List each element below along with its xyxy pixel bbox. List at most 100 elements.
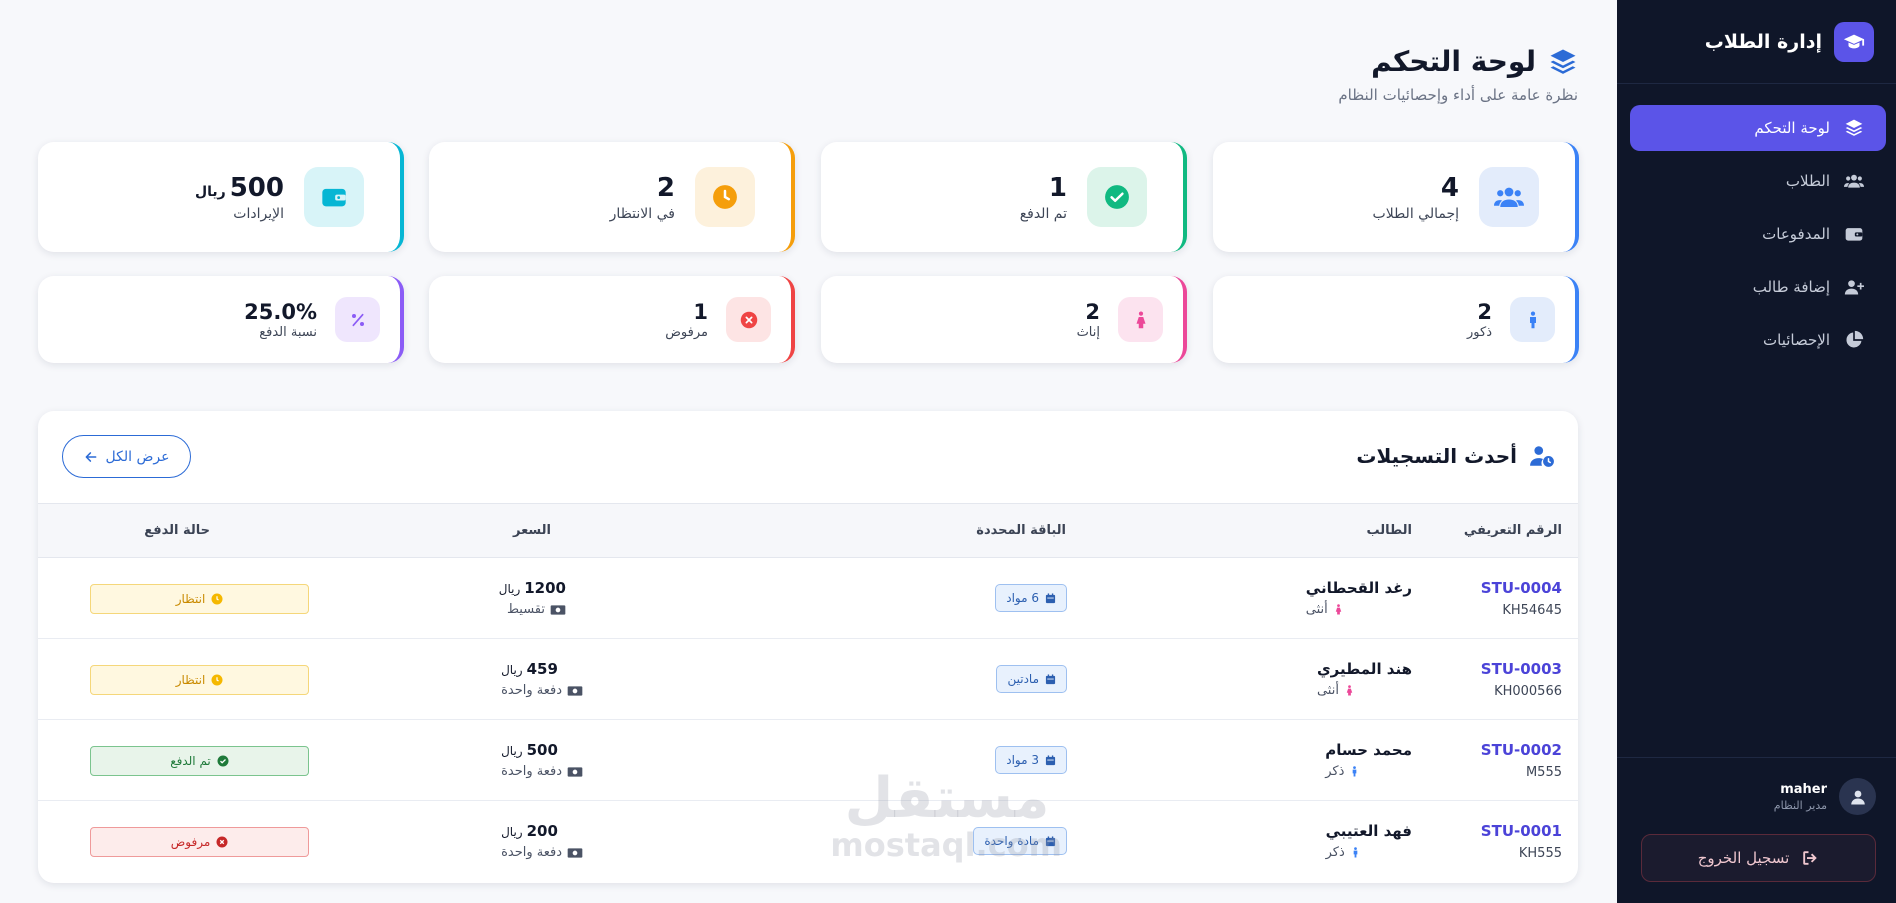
stat-card-total-students: 4 إجمالي الطلاب — [1213, 142, 1579, 252]
column-header-student[interactable]: الطالب — [1366, 523, 1412, 538]
price-value: 500 — [526, 741, 558, 759]
page-subtitle: نظرة عامة على أداء وإحصائيات النظام — [1338, 86, 1578, 104]
status-badge: انتظار — [90, 584, 309, 614]
package-badge: مادتين — [996, 665, 1067, 693]
clock-icon — [211, 674, 223, 686]
view-all-label: عرض الكل — [105, 448, 170, 465]
student-gender: أنثى — [1306, 602, 1412, 617]
user-role: مدير النظام — [1773, 798, 1827, 812]
stat-card-male: 2 ذكور — [1213, 276, 1579, 363]
price-value: 200 — [526, 822, 558, 840]
stat-value: 500ريال — [195, 173, 284, 203]
price: 500ريال — [501, 741, 583, 759]
price-value: 459 — [526, 660, 558, 678]
student-gender: ذكر — [1326, 845, 1412, 860]
payment-type-label: دفعة واحدة — [501, 764, 562, 779]
price: 459ريال — [501, 660, 583, 678]
stat-card-pending: 2 في الانتظار — [429, 142, 795, 252]
sidebar-item-statistics[interactable]: الإحصائيات — [1630, 317, 1886, 363]
logout-button[interactable]: تسجيل الخروج — [1641, 834, 1876, 882]
status-label: مرفوض — [170, 835, 211, 849]
sidebar-item-students[interactable]: الطلاب — [1630, 158, 1886, 204]
payment-type-label: دفعة واحدة — [501, 683, 562, 698]
price-currency: ريال — [501, 825, 523, 839]
column-header-price[interactable]: السعر — [513, 523, 551, 538]
sidebar-item-label: الطلاب — [1785, 172, 1830, 190]
column-header-package[interactable]: الباقة المحددة — [976, 523, 1066, 538]
percent-icon — [335, 297, 380, 342]
table-row[interactable]: STU-0003 KH000566 هند المطيري أنثى مادتي… — [38, 639, 1578, 720]
student-id[interactable]: STU-0004 — [1481, 579, 1562, 597]
student-name: محمد حسام — [1325, 741, 1412, 759]
money-bill-icon — [567, 847, 583, 858]
stat-label: إجمالي الطلاب — [1372, 205, 1459, 222]
package-label: مادتين — [1007, 672, 1039, 686]
student-id[interactable]: STU-0003 — [1481, 660, 1562, 678]
calendar-icon — [1045, 673, 1056, 684]
payment-type: دفعة واحدة — [501, 764, 583, 779]
panel-header: أحدث التسجيلات عرض الكل — [38, 411, 1578, 503]
calendar-icon — [1045, 592, 1056, 603]
gender-label: أنثى — [1305, 602, 1328, 617]
brand[interactable]: إدارة الطلاب — [1617, 0, 1896, 84]
main-content: لوحة التحكم نظرة عامة على أداء وإحصائيات… — [0, 0, 1617, 903]
student-gender: أنثى — [1317, 683, 1412, 698]
stat-value: 1 — [1048, 172, 1067, 203]
price: 1200ريال — [499, 579, 566, 597]
stat-card-female: 2 إناث — [821, 276, 1187, 363]
clock-icon — [211, 593, 223, 605]
stat-label: نسبة الدفع — [259, 324, 317, 340]
wallet-icon — [304, 167, 364, 227]
payment-type: دفعة واحدة — [501, 683, 583, 698]
view-all-button[interactable]: عرض الكل — [62, 435, 191, 478]
gender-label: أنثى — [1316, 683, 1339, 698]
payment-type: تقسيط — [499, 602, 566, 617]
status-badge: مرفوض — [90, 827, 309, 857]
table-row[interactable]: STU-0002 M555 محمد حسام ذكر 3 مواد 500ري… — [38, 720, 1578, 801]
calendar-icon — [1045, 754, 1056, 765]
gender-label: ذكر — [1325, 845, 1345, 860]
sidebar-item-add-student[interactable]: إضافة طالب — [1630, 264, 1886, 310]
avatar[interactable] — [1839, 778, 1876, 815]
clock-icon — [695, 167, 755, 227]
sidebar-nav: لوحة التحكم الطلاب المدفوعات إضافة طالب … — [1617, 84, 1896, 363]
stat-label: تم الدفع — [1019, 205, 1067, 222]
status-badge: انتظار — [90, 665, 309, 695]
column-header-payment-status[interactable]: حالة الدفع — [144, 523, 210, 538]
student-id[interactable]: STU-0001 — [1481, 822, 1562, 840]
users-icon — [1844, 174, 1864, 188]
x-circle-icon — [726, 297, 771, 342]
table-row[interactable]: STU-0004 KH54645 رغد القحطاني أنثى 6 موا… — [38, 558, 1578, 639]
status-label: تم الدفع — [170, 754, 211, 768]
sidebar-item-payments[interactable]: المدفوعات — [1630, 211, 1886, 257]
payment-type-label: دفعة واحدة — [501, 845, 562, 860]
graduation-cap-icon — [1834, 21, 1874, 62]
student-id[interactable]: STU-0002 — [1481, 741, 1562, 759]
table-row[interactable]: STU-0001 KH555 فهد العتيبي ذكر مادة واحد… — [38, 801, 1578, 882]
student-code: KH54645 — [1502, 603, 1562, 618]
revenue-value: 500 — [229, 172, 284, 203]
stat-value: 25.0% — [244, 299, 317, 324]
payment-type-label: تقسيط — [506, 602, 545, 617]
check-circle-icon — [217, 755, 229, 767]
user-block: maher مدير النظام تسجيل الخروج — [1617, 757, 1896, 903]
payment-type: دفعة واحدة — [501, 845, 583, 860]
package-badge: 6 مواد — [995, 584, 1067, 612]
sidebar-item-label: لوحة التحكم — [1754, 119, 1830, 137]
column-header-id[interactable]: الرقم التعريفي — [1464, 523, 1562, 538]
gender-label: ذكر — [1325, 764, 1345, 779]
calendar-icon — [1045, 835, 1056, 846]
sidebar-item-label: المدفوعات — [1762, 225, 1830, 243]
brand-title: إدارة الطلاب — [1704, 30, 1822, 53]
stat-card-paid: 1 تم الدفع — [821, 142, 1187, 252]
female-icon — [1346, 685, 1353, 696]
male-icon — [1353, 847, 1358, 858]
x-circle-icon — [216, 836, 228, 848]
stat-value: 2 — [1477, 299, 1492, 324]
sign-out-icon — [1803, 851, 1818, 865]
recent-registrations-panel: أحدث التسجيلات عرض الكل الرقم التعريفي ا… — [38, 411, 1578, 883]
stat-value: 1 — [693, 299, 708, 324]
user-plus-icon — [1844, 280, 1864, 295]
sidebar-item-dashboard[interactable]: لوحة التحكم — [1630, 105, 1886, 151]
package-label: مادة واحدة — [984, 834, 1039, 848]
